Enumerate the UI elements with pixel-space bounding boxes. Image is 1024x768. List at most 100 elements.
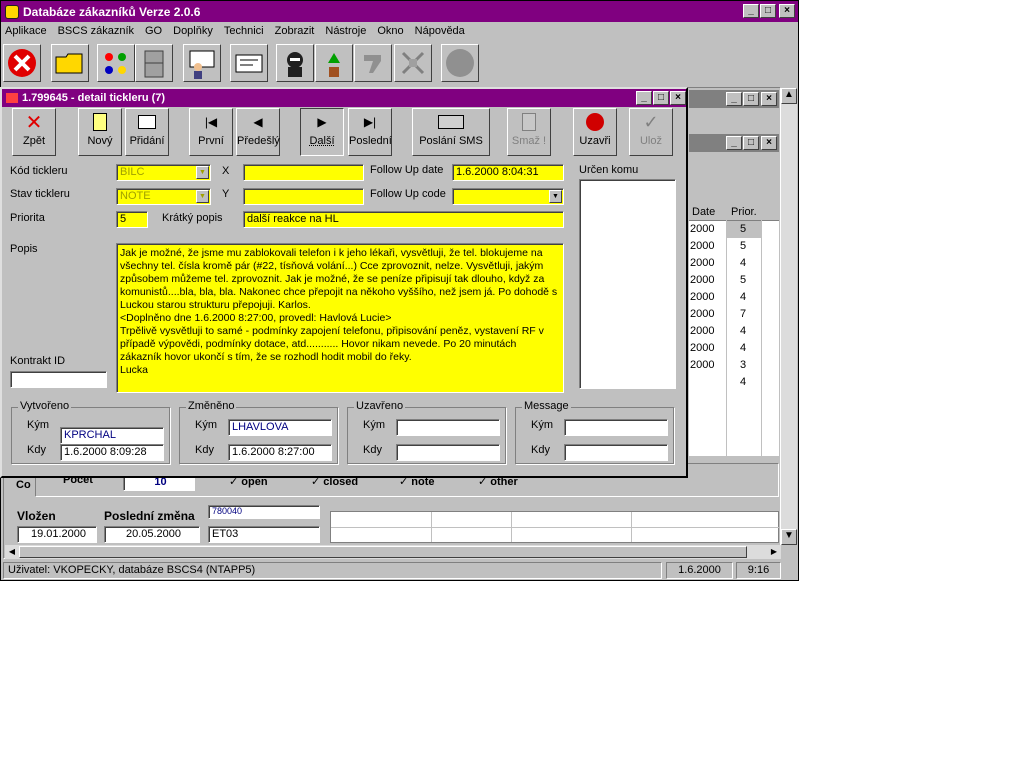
next-icon: ▶ <box>317 115 327 129</box>
maximize-icon[interactable]: □ <box>760 4 776 18</box>
add-note-icon <box>126 109 168 135</box>
chevron-down-icon[interactable]: ▼ <box>196 190 209 203</box>
bg2-maximize-icon[interactable]: □ <box>743 136 759 150</box>
scroll-down-icon[interactable]: ▼ <box>781 529 797 545</box>
satellite-button[interactable] <box>394 44 432 82</box>
last-icon: ▶| <box>363 115 377 129</box>
grid-prior: 5 <box>740 223 747 235</box>
code2-field[interactable]: ET03 <box>208 526 320 543</box>
dialog-close-icon[interactable]: × <box>670 91 686 105</box>
uzavreno-kym-field[interactable] <box>396 419 500 436</box>
scroll-up-icon[interactable]: ▲ <box>781 88 797 104</box>
menu-doplnky[interactable]: Doplňky <box>173 25 213 37</box>
code1-field[interactable]: 780040 <box>208 505 320 519</box>
grid-prior: 7 <box>740 308 747 320</box>
grid-header-prior[interactable]: Prior. <box>731 206 757 218</box>
grid-prior: 3 <box>740 359 747 371</box>
card-icon <box>235 54 263 73</box>
grid-date: 2000 <box>690 359 715 371</box>
menu-nastroje[interactable]: Nástroje <box>325 25 366 37</box>
grid-date: 2000 <box>690 291 715 303</box>
bg2-minimize-icon[interactable]: _ <box>726 136 742 150</box>
stav-select[interactable]: NOTE ▼ <box>116 188 211 205</box>
vytvoreno-kym-field[interactable]: KPRCHAL <box>60 427 164 444</box>
kod-select[interactable]: BILC ▼ <box>116 164 211 181</box>
cabinet-button[interactable] <box>135 44 173 82</box>
menu-zobrazit[interactable]: Zobrazit <box>275 25 315 37</box>
tool-button[interactable] <box>354 44 392 82</box>
scroll-left-icon[interactable]: ◀ <box>5 545 19 559</box>
menu-bscs[interactable]: BSCS zákazník <box>58 25 134 37</box>
vytvoreno-group: Vytvořeno Kým KPRCHAL Kdy 1.6.2000 8:09:… <box>11 400 170 464</box>
popis-textarea[interactable]: Jak je možné, že jsme mu zablokovali tel… <box>116 243 564 393</box>
open-button[interactable] <box>51 44 89 82</box>
posledni-zmena-field[interactable]: 20.05.2000 <box>104 526 200 543</box>
close-icon[interactable]: × <box>779 4 795 18</box>
uloz-button[interactable]: ✓ Ulož <box>629 108 673 156</box>
followup-code-select[interactable]: ▼ <box>452 188 564 205</box>
x-field[interactable] <box>243 164 364 181</box>
grid-prior: 5 <box>740 274 747 286</box>
uzavreno-kym-label: Kým <box>363 419 385 431</box>
dalsi-button[interactable]: ▶ Další <box>300 108 344 156</box>
zmeneno-kym-field[interactable]: LHAVLOVA <box>228 419 332 436</box>
uzavri-button[interactable]: Uzavři <box>573 108 617 156</box>
poslani-sms-button[interactable]: Poslání SMS <box>412 108 490 156</box>
predesly-button[interactable]: ◀ Předešlý <box>236 108 280 156</box>
grid-header-date[interactable]: Date <box>692 206 715 218</box>
novy-button[interactable]: Nový <box>78 108 122 156</box>
menu-go[interactable]: GO <box>145 25 162 37</box>
exit-button[interactable] <box>3 44 41 82</box>
prvni-button[interactable]: |◀ První <box>189 108 233 156</box>
bg-maximize-icon[interactable]: □ <box>743 92 759 106</box>
scroll-right-icon[interactable]: ▶ <box>767 545 781 559</box>
dialog-maximize-icon[interactable]: □ <box>653 91 669 105</box>
pridani-button[interactable]: Přidání <box>125 108 169 156</box>
customers-button[interactable] <box>97 44 135 82</box>
minimize-icon[interactable]: _ <box>743 4 759 18</box>
bg2-close-icon[interactable]: × <box>761 136 777 150</box>
kratky-popis-field[interactable]: další reakce na HL <box>243 211 564 228</box>
vytvoreno-kdy-field[interactable]: 1.6.2000 8:09:28 <box>60 444 164 461</box>
uzavreno-kdy-field[interactable] <box>396 444 500 461</box>
vytvoreno-kdy-label: Kdy <box>27 444 46 456</box>
kontrakt-field[interactable] <box>10 371 107 388</box>
zpet-button[interactable]: ✕ Zpět <box>12 108 56 156</box>
bg-close-icon[interactable]: × <box>761 92 777 106</box>
menu-okno[interactable]: Okno <box>377 25 403 37</box>
spy-button[interactable] <box>276 44 314 82</box>
presenter-button[interactable] <box>183 44 221 82</box>
circle-button[interactable] <box>441 44 479 82</box>
menu-aplikace[interactable]: Aplikace <box>5 25 47 37</box>
red-x-icon: ✕ <box>25 111 43 134</box>
bg-minimize-icon[interactable]: _ <box>726 92 742 106</box>
zmeneno-kdy-field[interactable]: 1.6.2000 8:27:00 <box>228 444 332 461</box>
chevron-down-icon[interactable]: ▼ <box>549 190 562 203</box>
vertical-scrollbar[interactable]: ▲ ▼ <box>781 88 797 545</box>
posledni-button[interactable]: ▶| Poslední <box>348 108 392 156</box>
plant-button[interactable] <box>315 44 353 82</box>
smaz-button[interactable]: Smaž ! <box>507 108 551 156</box>
status-time: 9:16 <box>736 562 781 579</box>
horizontal-scrollbar[interactable]: ◀ ▶ <box>5 545 781 559</box>
fax-icon <box>413 109 489 135</box>
urcen-komu-list[interactable] <box>579 179 676 389</box>
message-kdy-field[interactable] <box>564 444 668 461</box>
y-field[interactable] <box>243 188 364 205</box>
dalsi-label: Další <box>309 135 335 147</box>
menu-napoveda[interactable]: Nápověda <box>415 25 465 37</box>
message-kym-field[interactable] <box>564 419 668 436</box>
dialog-icon <box>6 93 18 103</box>
chevron-down-icon[interactable]: ▼ <box>196 166 209 179</box>
presenter-icon <box>189 50 215 79</box>
followup-date-field[interactable]: 1.6.2000 8:04:31 <box>452 164 564 181</box>
vlozen-field[interactable]: 19.01.2000 <box>17 526 97 543</box>
kontrakt-label: Kontrakt ID <box>10 355 66 367</box>
menu-technici[interactable]: Technici <box>224 25 264 37</box>
priorita-field[interactable]: 5 <box>116 211 148 228</box>
folder-icon <box>55 53 83 74</box>
scroll-thumb[interactable] <box>19 546 747 558</box>
card-button[interactable] <box>230 44 268 82</box>
kratky-popis-label: Krátký popis <box>162 212 223 224</box>
dialog-minimize-icon[interactable]: _ <box>636 91 652 105</box>
